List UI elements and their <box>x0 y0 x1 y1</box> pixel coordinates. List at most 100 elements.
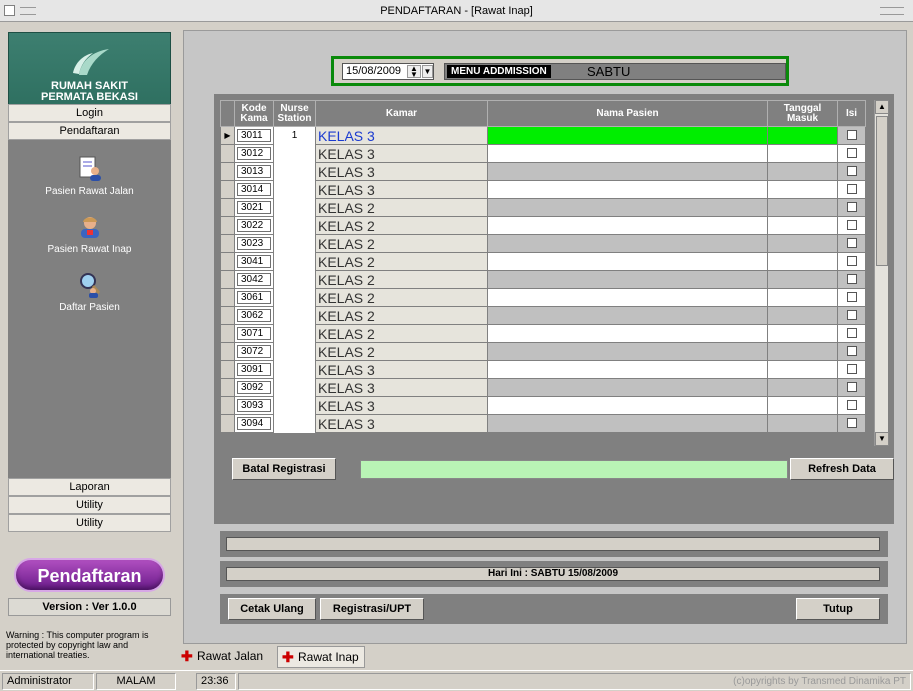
nama-pasien-cell[interactable] <box>487 396 768 415</box>
nama-pasien-cell[interactable] <box>487 252 768 271</box>
tanggal-masuk-cell[interactable] <box>767 126 838 145</box>
tanggal-masuk-cell[interactable] <box>767 288 838 307</box>
isi-checkbox[interactable] <box>846 184 857 195</box>
isi-checkbox[interactable] <box>846 148 857 159</box>
isi-checkbox[interactable] <box>846 166 857 177</box>
isi-checkbox[interactable] <box>846 328 857 339</box>
isi-checkbox[interactable] <box>846 346 857 357</box>
table-row[interactable]: 3061 KELAS 2 <box>220 288 866 307</box>
table-row[interactable]: 3013 KELAS 3 <box>220 162 866 181</box>
table-row[interactable]: 3094 KELAS 3 <box>220 414 866 433</box>
col-header-nurse[interactable]: Nurse Station <box>273 100 316 127</box>
isi-checkbox[interactable] <box>846 418 857 429</box>
tanggal-masuk-cell[interactable] <box>767 198 838 217</box>
nama-pasien-cell[interactable] <box>487 234 768 253</box>
active-module-button[interactable]: Pendaftaran <box>14 558 165 592</box>
table-row[interactable]: 3072 KELAS 2 <box>220 342 866 361</box>
nav-item-pasien-rawat-jalan[interactable]: Pasien Rawat Jalan <box>8 156 171 197</box>
nav-pendaftaran[interactable]: Pendaftaran <box>8 122 171 140</box>
tanggal-masuk-cell[interactable] <box>767 180 838 199</box>
isi-checkbox[interactable] <box>846 238 857 249</box>
vertical-scrollbar[interactable]: ▲ ▼ <box>874 100 889 446</box>
scroll-down-icon[interactable]: ▼ <box>875 432 889 446</box>
nama-pasien-cell[interactable] <box>487 324 768 343</box>
batal-registrasi-button[interactable]: Batal Registrasi <box>232 458 336 480</box>
zoom-box-icon[interactable] <box>880 7 904 15</box>
nama-pasien-cell[interactable] <box>487 360 768 379</box>
nama-pasien-cell[interactable] <box>487 414 768 433</box>
col-header-nama-pasien[interactable]: Nama Pasien <box>487 100 768 127</box>
registrasi-upt-button[interactable]: Registrasi/UPT <box>320 598 424 620</box>
nama-pasien-cell[interactable] <box>487 216 768 235</box>
table-row[interactable]: 3092 KELAS 3 <box>220 378 866 397</box>
table-row[interactable]: 3023 KELAS 2 <box>220 234 866 253</box>
isi-checkbox[interactable] <box>846 274 857 285</box>
nama-pasien-cell[interactable] <box>487 144 768 163</box>
table-row[interactable]: 3091 KELAS 3 <box>220 360 866 379</box>
cetak-ulang-button[interactable]: Cetak Ulang <box>228 598 316 620</box>
nama-pasien-cell[interactable] <box>487 198 768 217</box>
nama-pasien-cell[interactable] <box>487 378 768 397</box>
nav-item-daftar-pasien[interactable]: Daftar Pasien <box>8 272 171 313</box>
scroll-thumb[interactable] <box>876 116 888 266</box>
nav-utility-1[interactable]: Utility <box>8 496 171 514</box>
nav-laporan[interactable]: Laporan <box>8 478 171 496</box>
tanggal-masuk-cell[interactable] <box>767 396 838 415</box>
table-row[interactable]: 3062 KELAS 2 <box>220 306 866 325</box>
isi-checkbox[interactable] <box>846 364 857 375</box>
table-row[interactable]: 3042 KELAS 2 <box>220 270 866 289</box>
nama-pasien-cell[interactable] <box>487 180 768 199</box>
tanggal-masuk-cell[interactable] <box>767 234 838 253</box>
registration-status-field[interactable] <box>360 460 788 479</box>
isi-checkbox[interactable] <box>846 292 857 303</box>
tab-rawat-inap[interactable]: ✚ Rawat Inap <box>277 646 365 668</box>
nav-item-pasien-rawat-inap[interactable]: Pasien Rawat Inap <box>8 214 171 255</box>
nav-utility-2[interactable]: Utility <box>8 514 171 532</box>
scroll-up-icon[interactable]: ▲ <box>875 100 889 114</box>
tanggal-masuk-cell[interactable] <box>767 216 838 235</box>
tanggal-masuk-cell[interactable] <box>767 270 838 289</box>
col-header-tanggal-masuk[interactable]: Tanggal Masuk <box>767 100 838 127</box>
tutup-button[interactable]: Tutup <box>796 598 880 620</box>
tanggal-masuk-cell[interactable] <box>767 144 838 163</box>
isi-checkbox[interactable] <box>846 130 857 141</box>
tanggal-masuk-cell[interactable] <box>767 378 838 397</box>
nav-login[interactable]: Login <box>8 104 171 122</box>
tanggal-masuk-cell[interactable] <box>767 324 838 343</box>
tanggal-masuk-cell[interactable] <box>767 414 838 433</box>
close-box-icon[interactable] <box>4 5 15 16</box>
nama-pasien-cell[interactable] <box>487 126 768 145</box>
refresh-data-button[interactable]: Refresh Data <box>790 458 894 480</box>
nama-pasien-cell[interactable] <box>487 288 768 307</box>
isi-checkbox[interactable] <box>846 256 857 267</box>
table-row[interactable]: ▶ 3011 1 KELAS 3 <box>220 126 866 145</box>
tanggal-masuk-cell[interactable] <box>767 162 838 181</box>
isi-checkbox[interactable] <box>846 382 857 393</box>
isi-checkbox[interactable] <box>846 202 857 213</box>
chevron-down-icon[interactable]: ▼ <box>422 65 433 78</box>
table-row[interactable]: 3014 KELAS 3 <box>220 180 866 199</box>
isi-checkbox[interactable] <box>846 220 857 231</box>
tanggal-masuk-cell[interactable] <box>767 342 838 361</box>
tanggal-masuk-cell[interactable] <box>767 252 838 271</box>
table-row[interactable]: 3041 KELAS 2 <box>220 252 866 271</box>
col-header-kamar[interactable]: Kamar <box>315 100 488 127</box>
table-row[interactable]: 3022 KELAS 2 <box>220 216 866 235</box>
spin-updown-icon[interactable]: ▲ ▼ <box>407 65 421 79</box>
table-row[interactable]: 3093 KELAS 3 <box>220 396 866 415</box>
isi-checkbox[interactable] <box>846 400 857 411</box>
nama-pasien-cell[interactable] <box>487 342 768 361</box>
col-header-kode[interactable]: Kode Kama <box>234 100 274 127</box>
nama-pasien-cell[interactable] <box>487 162 768 181</box>
nama-pasien-cell[interactable] <box>487 306 768 325</box>
isi-checkbox[interactable] <box>846 310 857 321</box>
nama-pasien-cell[interactable] <box>487 270 768 289</box>
col-header-isi[interactable]: Isi <box>837 100 866 127</box>
tab-rawat-jalan[interactable]: ✚ Rawat Jalan <box>177 646 271 668</box>
tanggal-masuk-cell[interactable] <box>767 360 838 379</box>
table-row[interactable]: 3012 KELAS 3 <box>220 144 866 163</box>
tanggal-masuk-cell[interactable] <box>767 306 838 325</box>
table-row[interactable]: 3071 KELAS 2 <box>220 324 866 343</box>
date-picker[interactable]: 15/08/2009 ▲ ▼ ▼ <box>342 63 434 80</box>
table-row[interactable]: 3021 KELAS 2 <box>220 198 866 217</box>
